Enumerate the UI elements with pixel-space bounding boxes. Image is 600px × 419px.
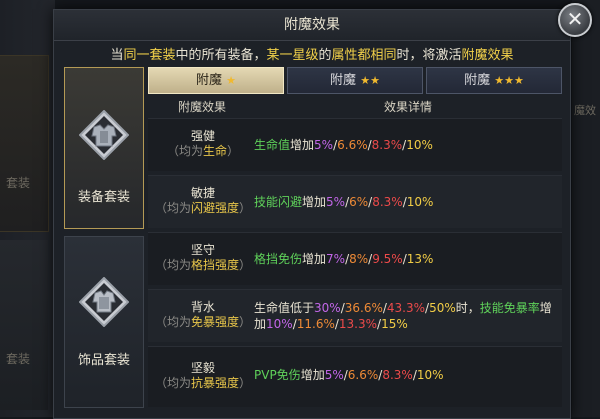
- background-card-1: 套装: [0, 55, 49, 232]
- effect-name-cell: 坚毅 （均为抗暴强度）: [148, 361, 258, 391]
- armor-icon: [79, 110, 129, 160]
- effect-detail: PVP免伤增加5%/6.6%/8.3%/10%: [254, 368, 444, 382]
- effect-detail: 生命值低于30%/36.6%/43.3%/50%时，技能免暴率增加10%/11.…: [254, 301, 552, 331]
- tab-label: 附魔: [330, 73, 357, 88]
- notice-text: 中的所有装备，: [175, 48, 267, 63]
- star-icon: ★★: [360, 74, 380, 87]
- background-card-label: 套装: [6, 176, 31, 190]
- tab-label: 附魔: [464, 73, 491, 88]
- category-accessory-set[interactable]: 饰品套装: [64, 236, 144, 408]
- tab-enchant-1-star[interactable]: 附魔 ★: [148, 67, 284, 94]
- notice-text: 的: [318, 48, 332, 63]
- accessory-icon: [79, 277, 129, 327]
- notice-highlight: 附魔效果: [461, 48, 514, 63]
- effect-name-cell: 背水 （均为免暴强度）: [148, 300, 258, 330]
- effect-detail: 生命值增加5%/6.6%/8.3%/10%: [254, 138, 433, 152]
- tab-label: 附魔: [195, 73, 222, 88]
- table-row: 坚毅 （均为抗暴强度） PVP免伤增加5%/6.6%/8.3%/10%: [148, 346, 562, 407]
- background-card-label: 套装: [6, 352, 31, 366]
- column-header-detail: 效果详情: [384, 100, 433, 114]
- background-card-2: 套装: [0, 240, 48, 410]
- effect-name-cell: 敏捷 （均为闪避强度）: [148, 186, 258, 216]
- tab-enchant-2-star[interactable]: 附魔 ★★: [287, 67, 423, 94]
- effect-name: 敏捷: [190, 186, 215, 200]
- star-icon: ★★★: [494, 74, 524, 87]
- effect-name: 强健: [190, 129, 215, 143]
- effect-condition: （均为闪避强度）: [154, 201, 252, 215]
- table-row: 背水 （均为免暴强度） 生命值低于30%/36.6%/43.3%/50%时，技能…: [148, 289, 562, 342]
- close-icon: ✕: [566, 7, 584, 31]
- effect-condition: （均为抗暴强度）: [154, 376, 252, 390]
- table-row: 敏捷 （均为闪避强度） 技能闪避增加5%/6%/8.3%/10%: [148, 175, 562, 228]
- effect-name: 背水: [190, 300, 215, 314]
- category-equipment-set[interactable]: 装备套装: [64, 67, 144, 229]
- table-row: 强健 （均为生命） 生命值增加5%/6.6%/8.3%/10%: [148, 118, 562, 171]
- effect-name-cell: 坚守 （均为格挡强度）: [148, 243, 258, 273]
- category-label: 装备套装: [77, 190, 130, 205]
- effect-name: 坚毅: [190, 361, 215, 375]
- activation-notice: 当同一套装中的所有装备，某一星级的属性都相同时，将激活附魔效果: [54, 44, 570, 63]
- notice-text: 时，将激活: [396, 48, 462, 63]
- dialog-title: 附魔效果: [54, 10, 570, 41]
- notice-highlight: 属性都相同: [331, 48, 397, 63]
- category-label: 饰品套装: [77, 353, 130, 368]
- column-header-effect: 附魔效果: [178, 100, 227, 114]
- background-right-strip: 魔效: [572, 0, 600, 417]
- effect-detail: 格挡免伤增加7%/8%/9.5%/13%: [254, 252, 434, 266]
- tab-enchant-3-star[interactable]: 附魔 ★★★: [426, 67, 562, 94]
- notice-text: 当: [110, 48, 124, 63]
- effect-name-cell: 强健 （均为生命）: [148, 129, 258, 159]
- close-button[interactable]: ✕: [558, 3, 592, 37]
- effect-condition: （均为免暴强度）: [154, 315, 252, 329]
- effect-condition: （均为格挡强度）: [154, 258, 252, 272]
- background-right-label: 魔效: [574, 104, 596, 117]
- star-icon: ★: [226, 74, 237, 87]
- effect-detail: 技能闪避增加5%/6%/8.3%/10%: [254, 195, 434, 209]
- table-row: 坚守 （均为格挡强度） 格挡免伤增加7%/8%/9.5%/13%: [148, 232, 562, 285]
- enchant-effect-dialog: 附魔效果 当同一套装中的所有装备，某一星级的属性都相同时，将激活附魔效果 附魔 …: [53, 9, 571, 419]
- effect-condition: （均为生命）: [166, 144, 240, 158]
- notice-highlight: 同一套装: [123, 48, 176, 63]
- effect-name: 坚守: [190, 243, 215, 257]
- notice-highlight: 某一星级: [266, 48, 319, 63]
